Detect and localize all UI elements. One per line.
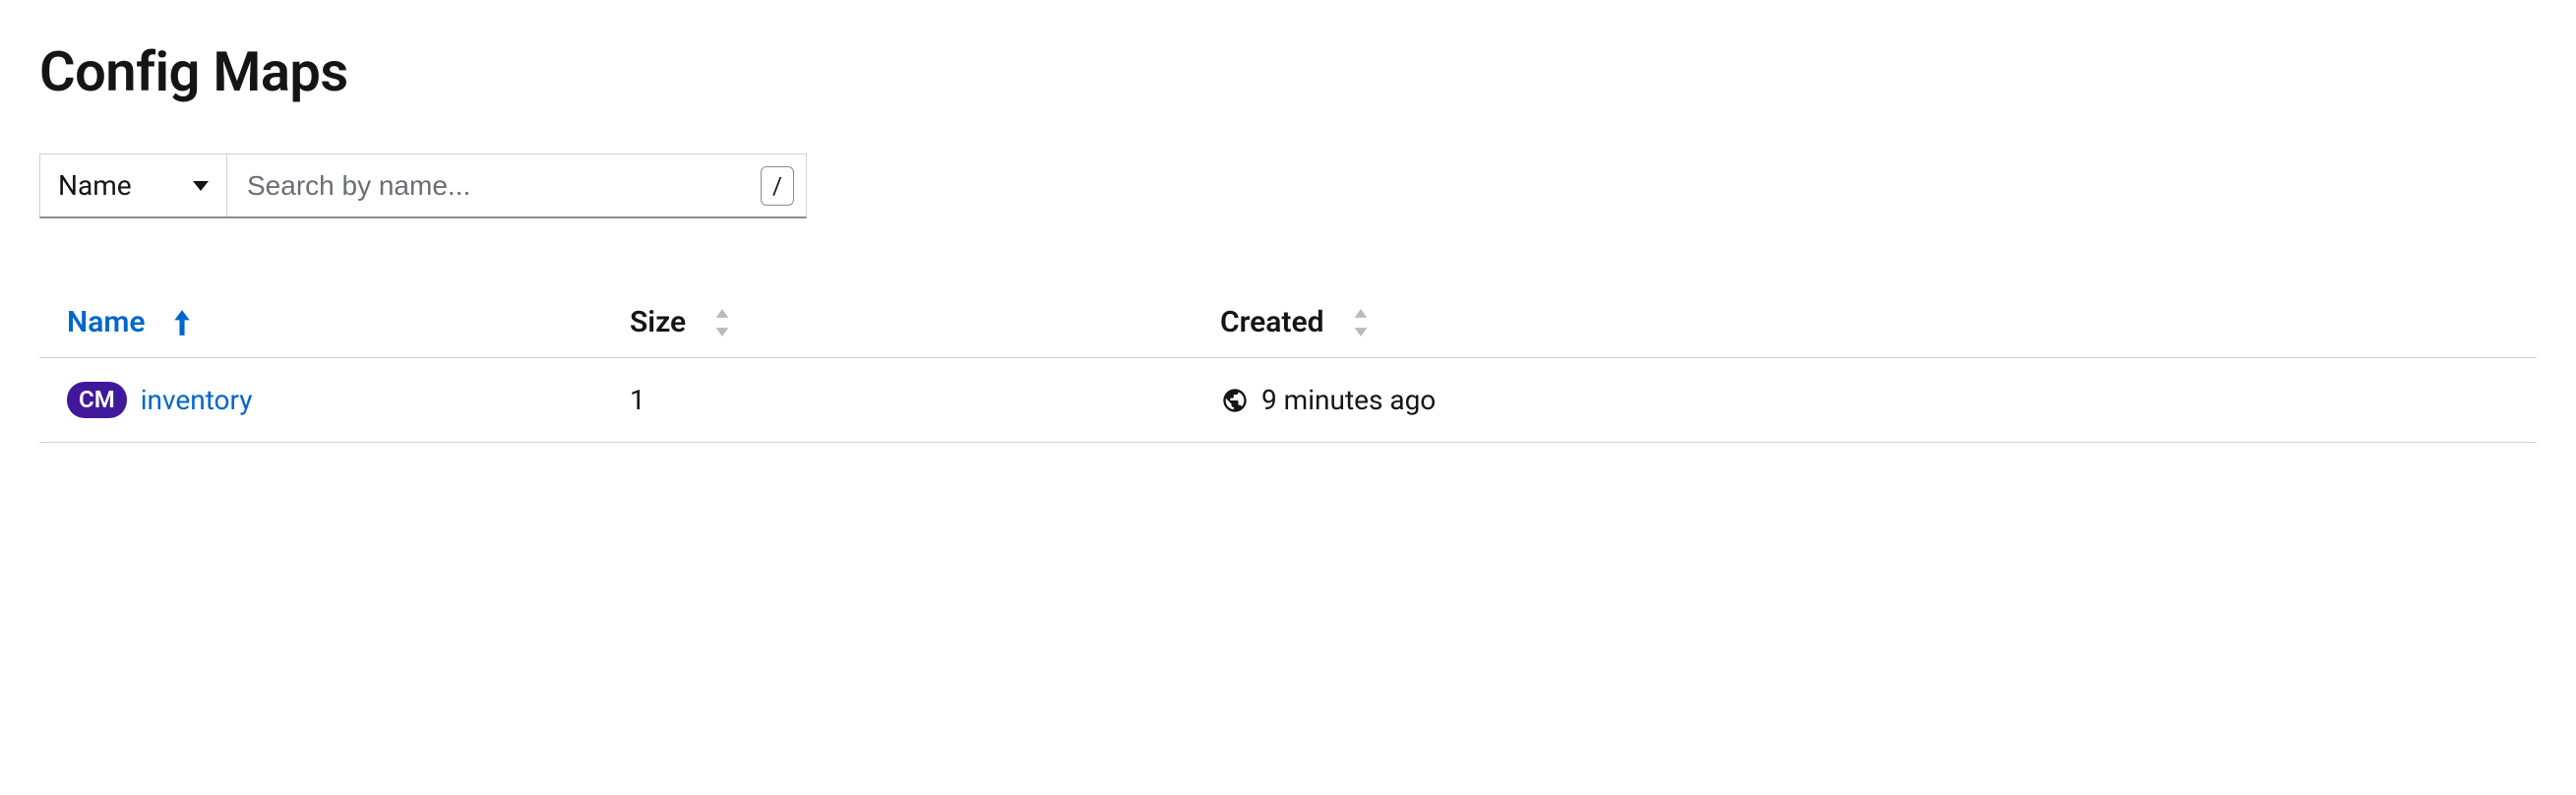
keyboard-shortcut-badge: / (761, 166, 794, 206)
sort-icon (1352, 309, 1370, 336)
column-header-size[interactable]: Size (630, 305, 1220, 339)
sort-icon (713, 309, 731, 336)
sort-ascending-icon (173, 310, 191, 336)
column-label: Created (1220, 305, 1324, 339)
filter-type-label: Name (58, 169, 132, 202)
resource-badge: CM (67, 382, 127, 418)
cell-size: 1 (630, 384, 1220, 416)
column-label: Size (630, 305, 686, 339)
configmaps-table: Name Size Created CM inventory 1 (39, 287, 2537, 443)
column-header-created[interactable]: Created (1220, 305, 2537, 339)
column-label: Name (67, 305, 146, 339)
globe-icon (1220, 386, 1250, 415)
created-timestamp: 9 minutes ago (1261, 384, 1436, 416)
caret-down-icon (193, 181, 209, 191)
filter-type-dropdown[interactable]: Name (40, 154, 227, 216)
page-title: Config Maps (39, 39, 2537, 104)
cell-name: CM inventory (39, 382, 630, 418)
search-input[interactable] (247, 170, 761, 202)
filter-bar: Name / (39, 153, 807, 218)
table-row: CM inventory 1 9 minutes ago (39, 358, 2537, 443)
resource-link[interactable]: inventory (141, 384, 253, 416)
cell-created: 9 minutes ago (1220, 384, 2537, 416)
search-wrapper: / (227, 154, 806, 216)
column-header-name[interactable]: Name (39, 305, 630, 339)
table-header: Name Size Created (39, 287, 2537, 358)
